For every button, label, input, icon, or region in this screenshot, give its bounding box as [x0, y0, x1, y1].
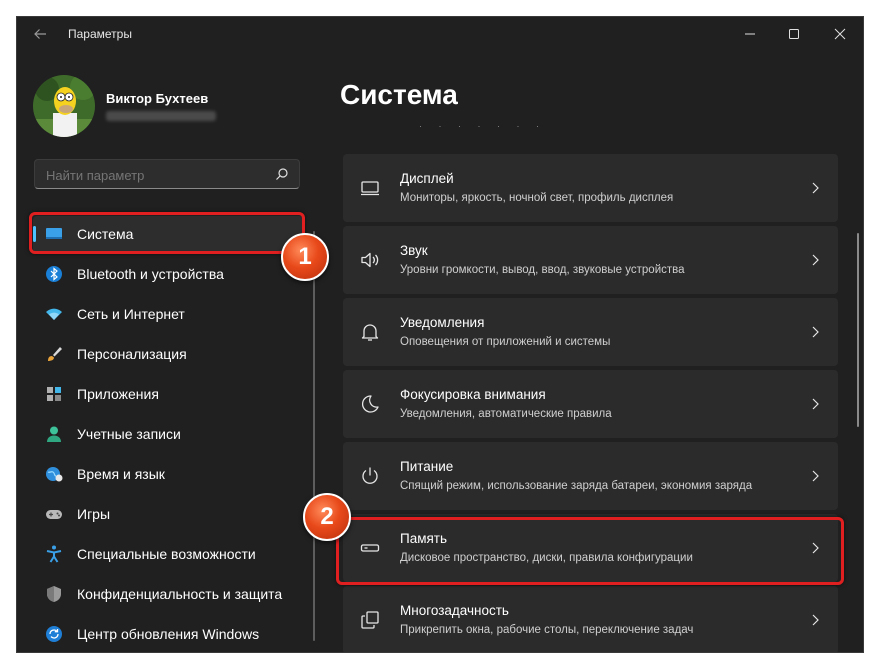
account-icon	[45, 425, 63, 443]
card-subtitle: Спящий режим, использование заряда батар…	[400, 480, 753, 492]
card-subtitle: Уровни громкости, вывод, ввод, звуковые …	[400, 264, 685, 276]
maximize-button[interactable]	[771, 19, 817, 49]
sidebar-item-label: Приложения	[77, 386, 159, 402]
moon-icon	[360, 394, 380, 414]
close-icon	[834, 28, 846, 40]
sidebar-item-label: Персонализация	[77, 346, 187, 362]
search-icon[interactable]	[275, 167, 289, 186]
highlight-storage-card	[336, 517, 844, 585]
sidebar-item-label: Игры	[77, 506, 111, 522]
sidebar-item-gaming[interactable]: Игры	[33, 496, 303, 532]
gamepad-icon	[45, 505, 63, 523]
globe-clock-icon	[45, 465, 63, 483]
minimize-icon	[745, 33, 755, 35]
profile-name: Виктор Бухтеев	[106, 91, 209, 106]
maximize-icon	[789, 29, 799, 39]
sidebar-item-label: Сеть и Интернет	[77, 306, 185, 322]
brush-icon	[45, 345, 63, 363]
card-title: Дисплей	[400, 171, 454, 186]
highlight-sidebar-system	[29, 212, 305, 254]
page-title: Система	[340, 79, 458, 110]
sidebar-item-network[interactable]: Сеть и Интернет	[33, 296, 303, 332]
search-input[interactable]	[35, 160, 278, 190]
sidebar-item-label: Bluetooth и устройства	[77, 266, 224, 282]
wifi-icon	[45, 305, 63, 323]
sidebar-item-personalization[interactable]: Персонализация	[33, 336, 303, 372]
card-title: Звук	[400, 243, 428, 258]
sidebar-item-time-language[interactable]: Время и язык	[33, 456, 303, 492]
card-subtitle: Прикрепить окна, рабочие столы, переключ…	[400, 624, 694, 636]
step-badge-2: 2	[303, 493, 351, 541]
profile-email-redacted	[106, 111, 216, 121]
chevron-right-icon	[810, 469, 820, 487]
card-notifications[interactable]: Уведомления Оповещения от приложений и с…	[343, 298, 838, 366]
sidebar-item-label: Учетные записи	[77, 426, 181, 442]
multitasking-icon	[360, 610, 380, 630]
main-scrollbar[interactable]	[857, 233, 859, 427]
sidebar-item-label: Специальные возможности	[77, 546, 256, 562]
update-icon	[45, 625, 63, 643]
sidebar-item-label: Время и язык	[77, 466, 165, 482]
card-focus-assist[interactable]: Фокусировка внимания Уведомления, автома…	[343, 370, 838, 438]
accessibility-icon	[45, 545, 63, 563]
bell-icon	[360, 322, 380, 342]
avatar[interactable]	[33, 75, 95, 137]
card-title: Фокусировка внимания	[400, 387, 546, 402]
sidebar-nav: Система Bluetooth и устройства Сеть и Ин…	[33, 216, 303, 652]
sidebar-item-accounts[interactable]: Учетные записи	[33, 416, 303, 452]
sidebar-item-bluetooth[interactable]: Bluetooth и устройства	[33, 256, 303, 292]
card-multitasking[interactable]: Многозадачность Прикрепить окна, рабочие…	[343, 586, 838, 652]
card-title: Питание	[400, 459, 454, 474]
close-button[interactable]	[817, 19, 863, 49]
speaker-icon	[360, 250, 380, 270]
shield-icon	[45, 585, 63, 603]
sidebar-scrollbar[interactable]	[313, 231, 315, 641]
card-subtitle: Оповещения от приложений и системы	[400, 336, 611, 348]
chevron-right-icon	[810, 613, 820, 631]
step-badge-1: 1	[281, 233, 329, 281]
sidebar-item-privacy[interactable]: Конфиденциальность и защита	[33, 576, 303, 612]
device-info-redacted: · · · · · · ·	[419, 121, 546, 131]
bluetooth-icon	[45, 265, 63, 283]
sidebar-item-label: Центр обновления Windows	[77, 626, 260, 642]
chevron-right-icon	[810, 397, 820, 415]
sidebar-item-accessibility[interactable]: Специальные возможности	[33, 536, 303, 572]
app-title: Параметры	[68, 27, 132, 41]
power-icon	[360, 466, 380, 486]
chevron-right-icon	[810, 181, 820, 199]
sidebar-item-apps[interactable]: Приложения	[33, 376, 303, 412]
back-arrow-icon[interactable]	[31, 25, 49, 43]
sidebar-item-windows-update[interactable]: Центр обновления Windows	[33, 616, 303, 652]
card-title: Уведомления	[400, 315, 485, 330]
card-power[interactable]: Питание Спящий режим, использование заря…	[343, 442, 838, 510]
card-title: Многозадачность	[400, 603, 509, 618]
card-sound[interactable]: Звук Уровни громкости, вывод, ввод, звук…	[343, 226, 838, 294]
minimize-button[interactable]	[727, 19, 773, 49]
card-subtitle: Мониторы, яркость, ночной свет, профиль …	[400, 192, 674, 204]
chevron-right-icon	[810, 325, 820, 343]
title-bar: Параметры	[17, 17, 863, 51]
card-display[interactable]: Дисплей Мониторы, яркость, ночной свет, …	[343, 154, 838, 222]
card-subtitle: Уведомления, автоматические правила	[400, 408, 612, 420]
apps-icon	[45, 385, 63, 403]
search-box[interactable]	[34, 159, 300, 190]
sidebar-item-label: Конфиденциальность и защита	[77, 586, 283, 602]
display-icon	[360, 178, 380, 198]
settings-window: Параметры Виктор Бухтеев Найти параметр …	[16, 16, 864, 653]
chevron-right-icon	[810, 253, 820, 271]
